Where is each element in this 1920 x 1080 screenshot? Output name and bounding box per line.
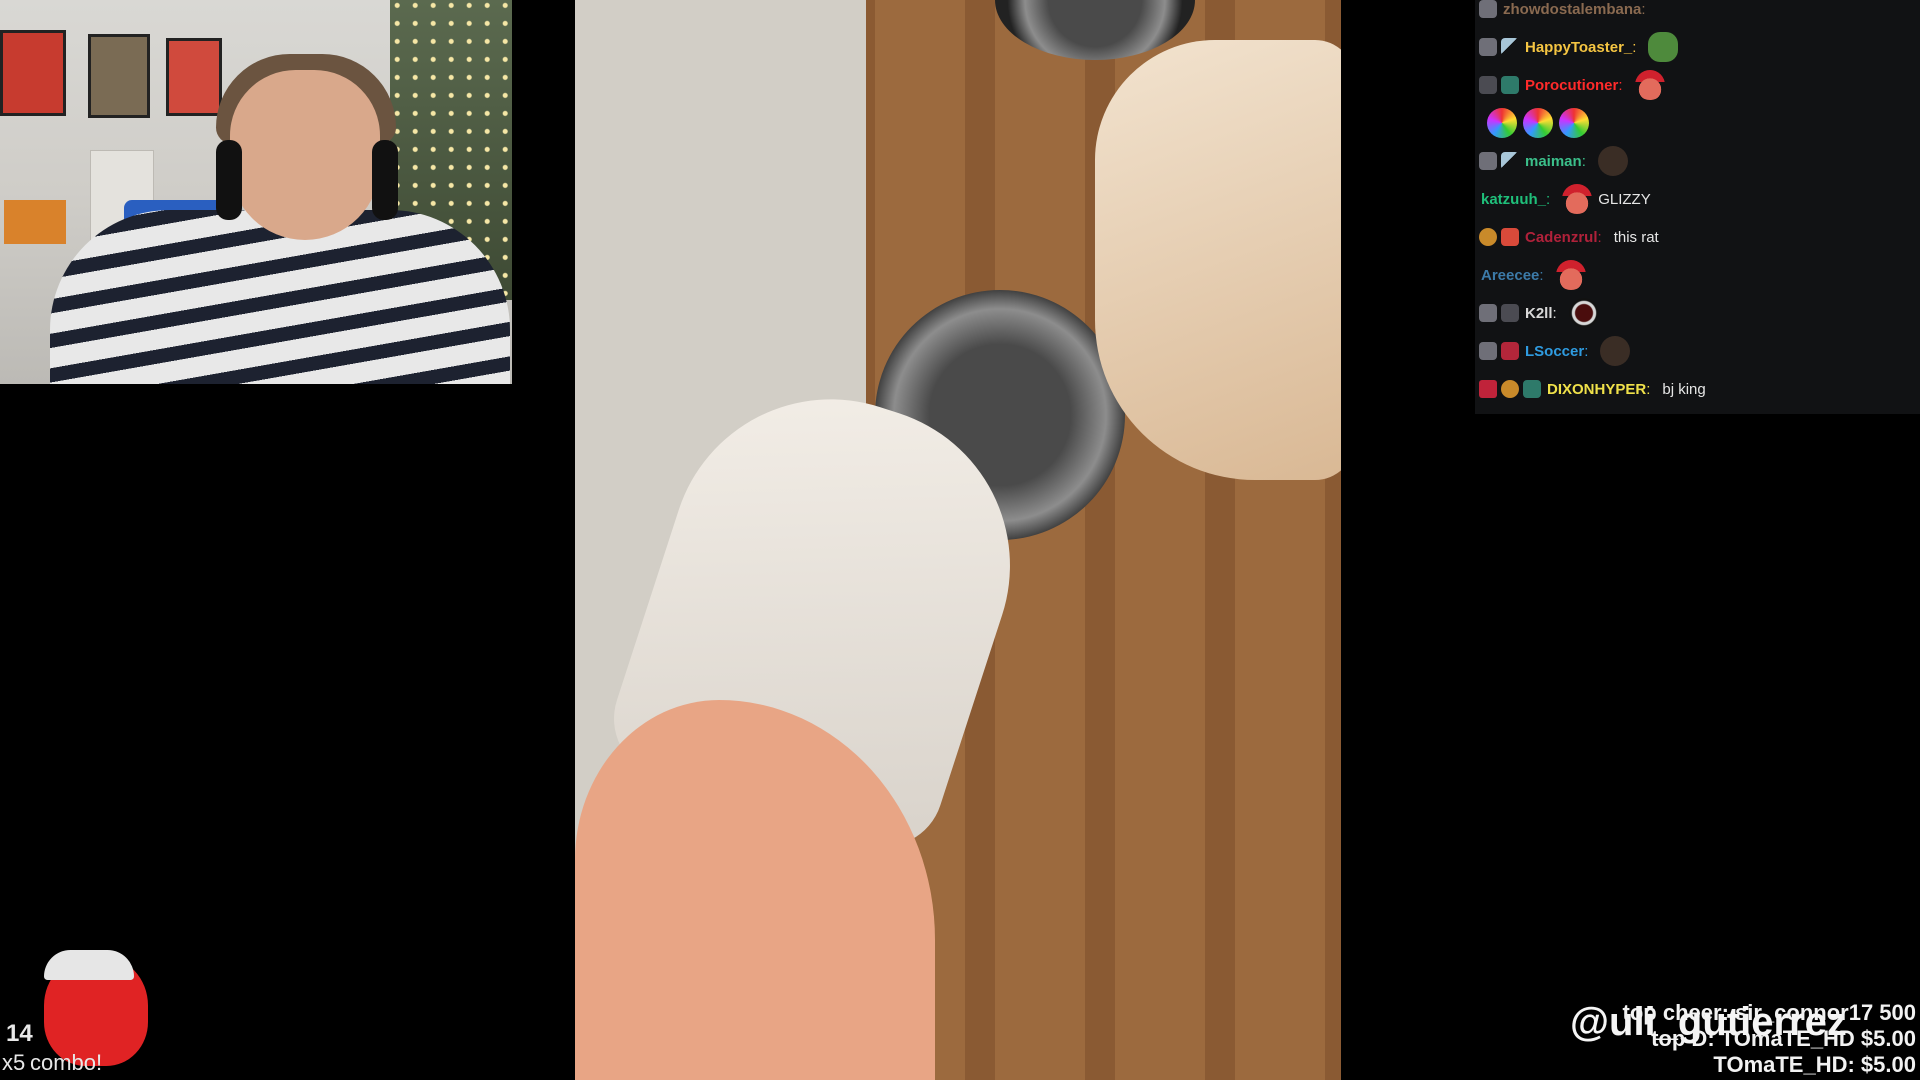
chat-colon: : — [1632, 38, 1637, 56]
chat-message: katzuuh_: GLIZZY — [1475, 184, 1651, 214]
gray-badge-icon — [1479, 342, 1497, 360]
combo-count: 14 — [6, 1020, 33, 1047]
green-badge-icon — [1501, 76, 1519, 94]
top-donation: top D: TOmaTE_HD $5.00 — [1651, 1026, 1916, 1051]
chat-message: LSoccer: — [1475, 336, 1636, 366]
main-video[interactable] — [575, 0, 1341, 1080]
chat-colon: : — [1646, 380, 1651, 398]
chat-colon: : — [1552, 304, 1557, 322]
ring-emote-icon — [1568, 298, 1599, 328]
gray-badge-icon — [1479, 38, 1497, 56]
emote-combo: 14 x5 combo! — [0, 950, 300, 1080]
top-cheer: top cheer: sir_connor17 500 — [1622, 1000, 1916, 1025]
pepe-emote-icon — [1648, 32, 1679, 62]
green-badge-icon — [1523, 380, 1541, 398]
heart-badge-icon — [1479, 380, 1497, 398]
chat-colon: : — [1584, 342, 1589, 360]
chat-message: DIXONHYPER: bj king — [1475, 374, 1706, 404]
gray-badge-icon — [1479, 0, 1497, 18]
chat-username[interactable]: katzuuh_ — [1481, 191, 1546, 208]
santa-hat-icon — [44, 950, 134, 980]
chat-text: GLIZZY — [1598, 190, 1651, 208]
rainbow-emote-icon — [1523, 108, 1553, 138]
combo-label: combo! — [30, 1050, 103, 1075]
chat-colon: : — [1618, 76, 1623, 94]
face-emote-icon — [1600, 336, 1631, 366]
bar-badge-icon — [1479, 76, 1497, 94]
gift-badge-icon — [1501, 228, 1519, 246]
gray-badge-icon — [1479, 304, 1497, 322]
chat-username[interactable]: LSoccer — [1525, 343, 1584, 360]
chat-username[interactable]: Areecee — [1481, 267, 1539, 284]
headphone-right — [372, 140, 398, 220]
webcam-overlay — [0, 0, 512, 384]
recent-donation: TOmaTE_HD: $5.00 — [1713, 1052, 1916, 1077]
rainbow-emote-icon — [1487, 108, 1517, 138]
face-emote-icon — [1597, 146, 1628, 176]
chat-message — [1475, 108, 1595, 138]
striped-shirt — [50, 210, 510, 384]
chat-text: bj king — [1662, 380, 1706, 398]
crown-badge-icon — [1479, 228, 1497, 246]
chat-colon: : — [1597, 228, 1602, 246]
sword-badge-icon — [1501, 152, 1519, 170]
chat-message: Porocutioner: — [1475, 70, 1671, 100]
crown-badge-icon — [1501, 380, 1519, 398]
sword-badge-icon — [1501, 38, 1519, 56]
chat-message: HappyToaster_: — [1475, 32, 1684, 62]
chat-message: Areecee: — [1475, 260, 1592, 290]
streamer — [30, 40, 510, 384]
chat-username[interactable]: HappyToaster_ — [1525, 39, 1632, 56]
gray-badge-icon — [1479, 152, 1497, 170]
santa-emote-icon — [1555, 260, 1586, 290]
chat-username[interactable]: Cadenzrul — [1525, 229, 1598, 246]
chat-message: Cadenzrul: this rat — [1475, 222, 1659, 252]
chat-panel: zhowdostalembana: HappyToaster_: Porocutio… — [1475, 0, 1920, 414]
santa-emote-icon — [1634, 70, 1665, 100]
chat-colon: : — [1546, 190, 1551, 208]
bar-badge-icon — [1501, 304, 1519, 322]
chat-username[interactable]: zhowdostalembana — [1503, 1, 1641, 18]
chat-message: K2ll: — [1475, 298, 1605, 328]
santa-emote-icon — [1562, 184, 1593, 214]
dog — [1095, 40, 1341, 480]
chat-colon: : — [1641, 0, 1646, 18]
chat-username[interactable]: Porocutioner — [1525, 77, 1618, 94]
red-badge-icon — [1501, 342, 1519, 360]
rainbow-emote-icon — [1559, 108, 1589, 138]
combo-multiplier: x5 — [2, 1050, 26, 1075]
chat-username[interactable]: DIXONHYPER — [1547, 381, 1646, 398]
chat-colon: : — [1539, 266, 1544, 284]
chat-message: zhowdostalembana: — [1475, 0, 1658, 24]
chat-username[interactable]: maiman — [1525, 153, 1582, 170]
chat-username[interactable]: K2ll — [1525, 305, 1553, 322]
cheer-ticker: top cheer: sir_connor17 500 top D: TOmaT… — [1576, 1000, 1916, 1078]
chat-message: maiman: — [1475, 146, 1634, 176]
headphone-left — [216, 140, 242, 220]
chat-colon: : — [1581, 152, 1586, 170]
chat-text: this rat — [1613, 228, 1659, 246]
face — [230, 70, 380, 240]
